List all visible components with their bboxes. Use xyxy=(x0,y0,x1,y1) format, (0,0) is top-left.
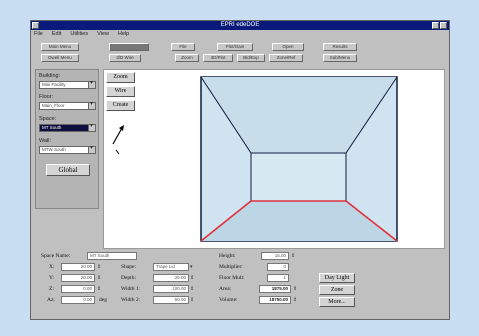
depth-label: Depth: xyxy=(121,275,136,281)
multiplier-label: Multiplier: xyxy=(219,264,243,270)
chevron-down-icon[interactable] xyxy=(88,80,95,88)
floor-value: Main_Floor xyxy=(42,103,65,108)
az-unit: deg xyxy=(99,297,107,303)
az-label: Az: xyxy=(47,297,55,303)
area-value: 1875.00 xyxy=(259,285,291,293)
room-3d-view[interactable] xyxy=(200,76,400,244)
main-menu-button[interactable]: Main Menu xyxy=(41,43,79,51)
depth-spin-icon[interactable]: ⇕ xyxy=(190,274,194,282)
area-label: Area: xyxy=(219,286,232,292)
space-properties-panel: Space Name: MT South X: 20.00 ⇕ Y: 20.00… xyxy=(35,251,447,317)
building-label: Building: xyxy=(39,73,61,79)
zoom-tool-button[interactable]: Zoom xyxy=(106,72,135,83)
menu-bar: File Edit Utilities View Help xyxy=(31,30,449,38)
y-field[interactable]: 20.00 xyxy=(61,274,95,282)
x-label: X: xyxy=(49,264,55,270)
menu-help[interactable]: Help xyxy=(118,30,129,38)
shape-label: Shape: xyxy=(121,264,136,270)
area-spin-icon[interactable]: ⇕ xyxy=(293,285,297,293)
depth-field[interactable]: 25.00 xyxy=(153,274,189,282)
height-spin-icon[interactable]: ⇕ xyxy=(291,252,295,260)
app-window: EPRI edeDOE File Edit Utilities View Hel… xyxy=(30,20,450,320)
sub-menu-button[interactable]: Sub/Menu xyxy=(323,54,357,62)
az-field[interactable]: 0.00 xyxy=(61,296,95,304)
title-bar: EPRI edeDOE xyxy=(31,21,449,30)
width2-label: Width 2: xyxy=(121,297,141,303)
zone-ref-button[interactable]: Zone/Ref xyxy=(269,54,303,62)
chevron-down-icon[interactable]: ▾ xyxy=(190,263,194,271)
open-button[interactable]: Open xyxy=(272,43,304,51)
drawing-canvas[interactable]: Zoom Wire Create xyxy=(103,69,445,249)
floor-select[interactable]: Main_Floor xyxy=(39,101,96,110)
dwell-menu-button[interactable]: Dwell Menu xyxy=(41,54,79,62)
toolbar-blank-button[interactable] xyxy=(109,43,149,51)
pointer-tool-icon[interactable] xyxy=(110,116,130,156)
wire-tool-button[interactable]: Wire xyxy=(106,86,135,97)
file-button[interactable]: File xyxy=(171,43,195,51)
floor-mult-field[interactable]: 1 xyxy=(267,274,289,282)
floor-label: Floor: xyxy=(39,94,54,100)
volume-label: Volume: xyxy=(219,297,238,303)
volume-spin-icon[interactable]: ⇕ xyxy=(293,296,297,304)
chevron-down-icon[interactable] xyxy=(88,101,95,109)
z-spin-icon[interactable]: ⇕ xyxy=(97,285,101,293)
floor-mult-label: Floor Mult: xyxy=(219,275,245,281)
multiplier-field[interactable]: 0 xyxy=(267,263,289,271)
bld-exp-button[interactable]: Bld/Exp xyxy=(237,54,265,62)
chevron-down-icon[interactable] xyxy=(88,123,95,131)
width1-field[interactable]: 100.00 xyxy=(153,285,189,293)
width1-spin-icon[interactable]: ⇕ xyxy=(190,285,194,293)
width2-field[interactable]: 50.00 xyxy=(153,296,189,304)
chevron-down-icon[interactable] xyxy=(88,145,95,153)
zone-button[interactable]: Zone xyxy=(319,285,355,295)
x-field[interactable]: 20.00 xyxy=(61,263,95,271)
z-field[interactable]: 0.00 xyxy=(61,285,95,293)
system-menu-icon[interactable] xyxy=(32,22,39,29)
minimize-icon[interactable] xyxy=(432,22,439,29)
space-name-label: Space Name: xyxy=(41,253,71,259)
space-value: MT South xyxy=(42,125,62,130)
zoom-toolbar-button[interactable]: Zoom xyxy=(175,54,199,62)
wall-select[interactable]: MTW South xyxy=(39,145,96,154)
space-select[interactable]: MT South xyxy=(39,123,96,132)
z-label: Z: xyxy=(49,286,54,292)
window-title: EPRI edeDOE xyxy=(220,22,260,28)
shape-select[interactable]: Trape Lid xyxy=(153,263,189,271)
menu-edit[interactable]: Edit xyxy=(52,30,61,38)
more-button[interactable]: More... xyxy=(319,297,355,307)
wall-value: MTW South xyxy=(42,147,66,152)
plot-gain-button[interactable]: Plot/Gain xyxy=(217,43,253,51)
create-tool-button[interactable]: Create xyxy=(106,100,135,111)
space-label: Space: xyxy=(39,116,57,122)
width1-label: Width 1: xyxy=(121,286,141,292)
volume-value: 18750.00 xyxy=(259,296,291,304)
space-name-field[interactable]: MT South xyxy=(87,252,137,260)
menu-file[interactable]: File xyxy=(34,30,43,38)
wire-3d-button[interactable]: 3/D Wire xyxy=(109,54,141,62)
daylight-button[interactable]: Day Light xyxy=(319,273,355,283)
height-field[interactable]: 15.00 xyxy=(261,252,289,260)
menu-utilities[interactable]: Utilities xyxy=(70,30,88,38)
building-panel: Building: Mini Facility Floor: Main_Floo… xyxy=(35,69,99,209)
height-label: Height: xyxy=(219,253,236,259)
maximize-icon[interactable] xyxy=(440,22,447,29)
building-value: Mini Facility xyxy=(42,82,66,87)
plot-3d-button[interactable]: 3D/Plot xyxy=(203,54,233,62)
width2-spin-icon[interactable]: ⇕ xyxy=(190,296,194,304)
menu-view[interactable]: View xyxy=(97,30,109,38)
wall-label: Wall: xyxy=(39,138,52,144)
y-label: Y: xyxy=(49,275,54,281)
y-spin-icon[interactable]: ⇕ xyxy=(97,274,101,282)
results-button[interactable]: Results xyxy=(323,43,357,51)
building-select[interactable]: Mini Facility xyxy=(39,80,96,89)
global-button[interactable]: Global xyxy=(46,164,90,176)
x-spin-icon[interactable]: ⇕ xyxy=(97,263,101,271)
